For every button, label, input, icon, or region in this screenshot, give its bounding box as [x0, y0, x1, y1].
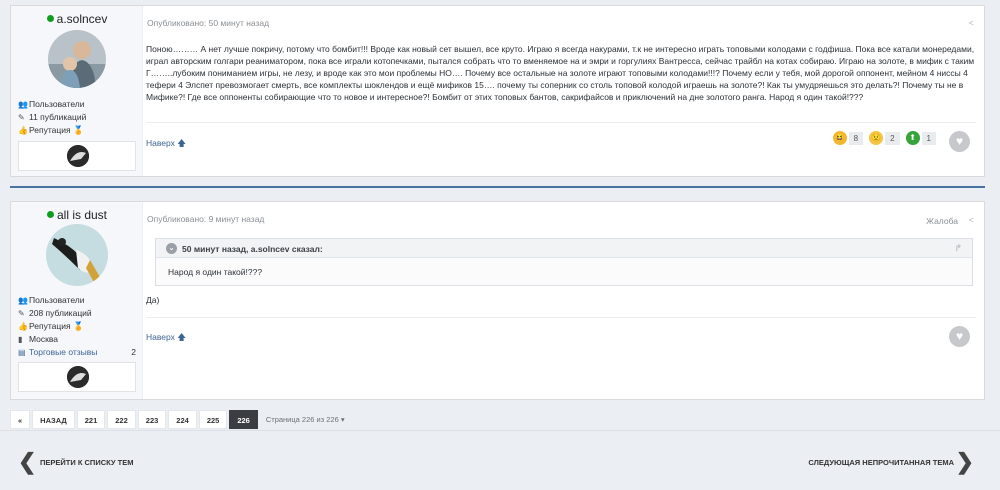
like-button[interactable]: ♥: [949, 326, 970, 347]
page-226-current[interactable]: 226: [229, 410, 258, 429]
heart-icon: ♥: [955, 134, 964, 148]
silver-medal-icon: 🏅: [73, 321, 84, 331]
post-count: ✎ 11 публикаций: [18, 112, 87, 122]
caret-down-icon: ▾: [340, 415, 345, 424]
divider: [147, 317, 976, 318]
thumbs-up-icon: 👍: [18, 126, 28, 135]
author-panel: all is dust 👥Пользователи ✎ 208 публикаци…: [11, 202, 143, 399]
user-group: 👥Пользователи: [18, 99, 85, 109]
chevron-left-icon[interactable]: ❮: [18, 449, 36, 475]
laugh-icon: 😆: [832, 131, 847, 145]
heart-icon: ♥: [955, 329, 964, 343]
badge-image[interactable]: [67, 366, 89, 388]
id-card-icon: ▤: [18, 348, 26, 357]
reactions: 😆 8 😟 2 ⬆ 1: [832, 131, 936, 145]
author-name[interactable]: all is dust: [11, 208, 143, 222]
arrow-up-icon: 🡅: [177, 138, 187, 148]
quote-body: Народ я один такой!???: [168, 267, 263, 277]
back-to-topics-link[interactable]: ПЕРЕЙТИ К СПИСКУ ТЕМ: [40, 458, 133, 467]
page-222[interactable]: 222: [107, 410, 136, 429]
post-a-solncev: a.solncev 👥Пользователи ✎ 11 публикаций 👍…: [10, 5, 985, 177]
author-panel: a.solncev 👥Пользователи ✎ 11 публикаций 👍…: [11, 6, 143, 176]
edit-icon: ✎: [18, 309, 25, 318]
reputation: 👍Репутация 🏅: [18, 125, 84, 135]
prev-page-button[interactable]: НАЗАД: [32, 410, 75, 429]
reaction-sad[interactable]: 😟 2: [869, 131, 900, 145]
online-indicator-icon: [46, 211, 54, 218]
online-indicator-icon: [46, 15, 54, 22]
trade-feedback[interactable]: ▤ Торговые отзывы 2: [18, 346, 136, 359]
quote-header: ⌄ 50 минут назад, a.solncev сказал: ↱: [156, 239, 972, 258]
location: ▮ Москва: [18, 334, 59, 344]
go-to-quote-icon[interactable]: ↱: [954, 243, 962, 254]
divider: [147, 122, 976, 123]
author-name[interactable]: a.solncev: [11, 12, 143, 26]
page-jump-dropdown[interactable]: Страница 226 из 226 ▾: [266, 410, 345, 429]
unread-separator: [10, 186, 985, 188]
post-date: Опубликовано: 9 минут назад: [147, 214, 265, 224]
sad-icon: 😟: [869, 131, 884, 145]
chevron-right-icon[interactable]: ❯: [956, 449, 974, 475]
share-icon[interactable]: <: [969, 215, 974, 225]
thumbs-up-icon: 👍: [18, 322, 28, 331]
avatar[interactable]: [46, 224, 108, 286]
quote-block: ⌄ 50 минут назад, a.solncev сказал: ↱ На…: [155, 238, 973, 286]
chevron-down-icon[interactable]: ⌄: [166, 243, 177, 254]
arrow-up-icon: 🡅: [177, 332, 187, 342]
users-icon: 👥: [18, 296, 28, 305]
user-group: 👥Пользователи: [18, 295, 85, 305]
building-icon: ▮: [18, 335, 23, 344]
page-223[interactable]: 223: [137, 410, 167, 429]
next-unread-topic-link[interactable]: СЛЕДУЮЩАЯ НЕПРОЧИТАННАЯ ТЕМА: [808, 458, 954, 467]
badge-box: [18, 141, 136, 171]
reputation: 👍Репутация 🏅: [18, 321, 84, 331]
reaction-laugh[interactable]: 😆 8: [832, 131, 864, 145]
page-221[interactable]: 221: [76, 410, 106, 429]
post-date: Опубликовано: 50 минут назад: [147, 18, 270, 28]
reaction-upvote[interactable]: ⬆ 1: [905, 131, 936, 145]
back-to-top-link[interactable]: Наверх 🡅: [146, 138, 186, 152]
post-body: Поною……… А нет лучше покричу, потому что…: [146, 44, 975, 102]
back-to-top-link[interactable]: Наверх 🡅: [146, 332, 186, 346]
page-224[interactable]: 224: [168, 410, 197, 429]
post-all-is-dust: all is dust 👥Пользователи ✎ 208 публикаци…: [10, 201, 985, 400]
post-count: ✎ 208 публикаций: [18, 308, 92, 318]
like-button[interactable]: ♥: [949, 131, 970, 152]
upvote-icon: ⬆: [905, 131, 920, 145]
badge-box: [18, 362, 136, 392]
badge-image[interactable]: [67, 145, 89, 167]
first-page-button[interactable]: «: [10, 410, 31, 429]
report-link[interactable]: Жалоба: [926, 216, 958, 226]
topic-navigation: ❮ ПЕРЕЙТИ К СПИСКУ ТЕМ СЛЕДУЮЩАЯ НЕПРОЧИ…: [0, 430, 1000, 488]
post-body: Да): [146, 295, 160, 305]
bronze-medal-icon: 🏅: [73, 125, 84, 135]
users-icon: 👥: [18, 100, 28, 109]
share-icon[interactable]: <: [969, 18, 974, 28]
edit-icon: ✎: [18, 113, 25, 122]
page-225[interactable]: 225: [198, 410, 228, 429]
avatar[interactable]: [48, 30, 106, 88]
pagination: « НАЗАД 221 222 223 224 225 226 Страница…: [10, 410, 345, 429]
